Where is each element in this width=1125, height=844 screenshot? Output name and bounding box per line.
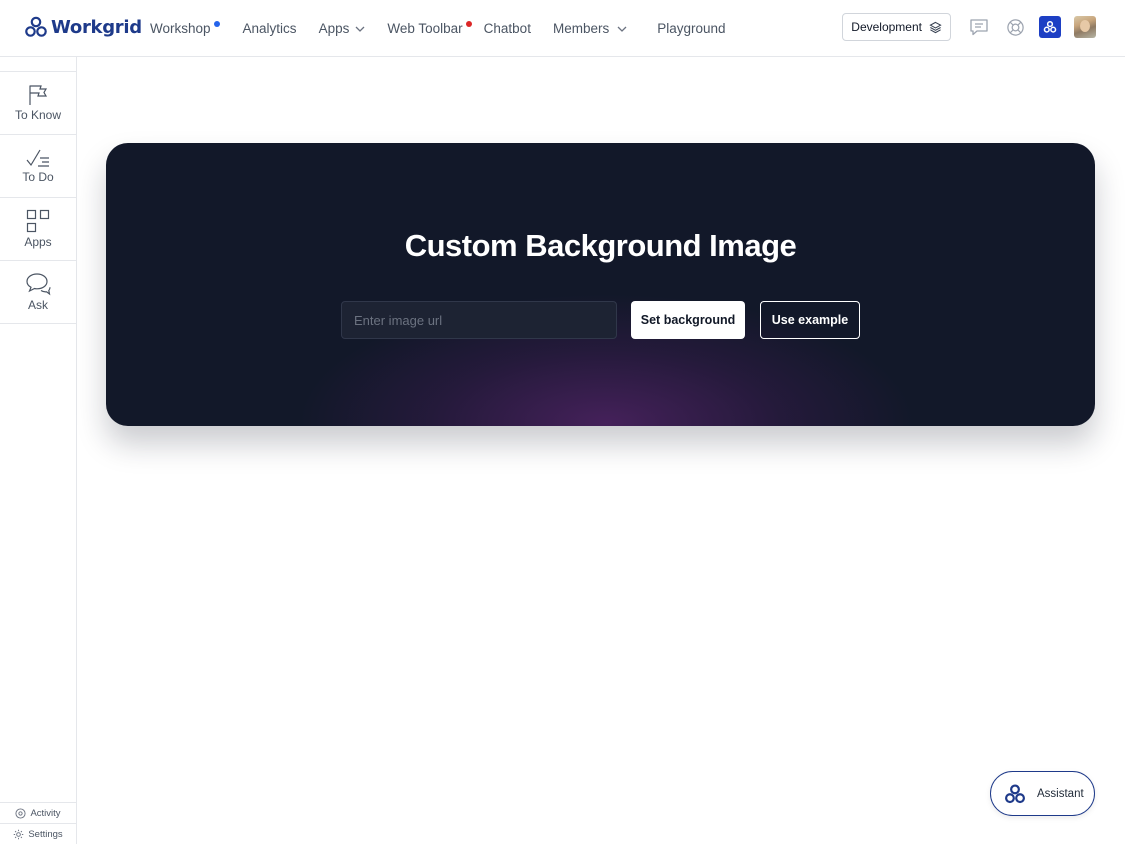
nav-chatbot[interactable]: Chatbot	[484, 0, 531, 57]
nav-analytics-label: Analytics	[242, 21, 297, 36]
sidebar-bottom: Activity Settings	[0, 802, 76, 844]
grid-icon	[26, 209, 50, 233]
sidebar-activity-label: Activity	[30, 807, 61, 819]
user-avatar[interactable]	[1074, 16, 1096, 38]
nav-right-tools: Development	[842, 13, 1096, 41]
top-navbar: Workgrid Workshop Analytics Apps Web Too…	[0, 0, 1125, 57]
chevron-down-icon	[355, 26, 365, 32]
assistant-label: Assistant	[1037, 787, 1084, 800]
nav-members-label: Members	[552, 21, 610, 36]
image-url-input[interactable]	[341, 301, 617, 339]
nav-workshop-label: Workshop	[150, 21, 211, 36]
environment-switcher[interactable]: Development	[842, 13, 951, 41]
checklist-icon	[26, 149, 49, 167]
nav-apps[interactable]: Apps	[319, 0, 366, 57]
workgrid-logo[interactable]: Workgrid	[24, 15, 142, 39]
workgrid-app-icon[interactable]	[1039, 16, 1061, 38]
workgrid-logo-icon	[25, 16, 47, 37]
workgrid-assistant-icon	[1005, 783, 1025, 803]
use-example-button[interactable]: Use example	[760, 301, 860, 339]
page-title: Custom Background Image	[404, 228, 797, 263]
left-sidebar: To Know To Do Apps Ask Activity Settings	[0, 57, 77, 844]
nav-analytics[interactable]: Analytics	[243, 0, 297, 57]
layers-icon	[929, 21, 942, 33]
nav-apps-label: Apps	[318, 21, 350, 36]
chat-bubbles-icon	[26, 273, 51, 296]
sidebar-item-ask[interactable]: Ask	[0, 261, 76, 324]
gear-icon	[14, 829, 24, 839]
nav-members[interactable]: Members	[553, 0, 627, 57]
help-lifebuoy-icon[interactable]	[1003, 15, 1027, 39]
chat-bubble-icon[interactable]	[967, 15, 991, 39]
sidebar-item-label: Apps	[24, 235, 52, 249]
nav-playground[interactable]: Playground	[657, 0, 725, 57]
set-background-button[interactable]: Set background	[631, 301, 745, 339]
sidebar-item-label: To Know	[14, 108, 62, 122]
assistant-button[interactable]: Assistant	[990, 771, 1095, 816]
background-image-card: Custom Background Image Set background U…	[106, 143, 1095, 426]
notification-dot	[213, 21, 220, 27]
brand-name: Workgrid	[51, 16, 142, 38]
main-nav: Workshop Analytics Apps Web Toolbar Chat…	[150, 0, 726, 57]
nav-workshop[interactable]: Workshop	[150, 0, 220, 57]
environment-label: Development	[851, 20, 922, 34]
chevron-down-icon	[617, 26, 627, 32]
sidebar-item-apps[interactable]: Apps	[0, 198, 76, 261]
sidebar-item-to-do[interactable]: To Do	[0, 135, 76, 198]
notification-dot	[465, 21, 472, 27]
nav-web-toolbar[interactable]: Web Toolbar	[387, 0, 472, 57]
sidebar-item-label: Ask	[27, 298, 48, 312]
sidebar-settings-label: Settings	[28, 828, 63, 840]
nav-playground-label: Playground	[657, 21, 726, 36]
nav-web-toolbar-label: Web Toolbar	[387, 21, 463, 36]
sidebar-activity[interactable]: Activity	[0, 802, 76, 823]
sidebar-item-label: To Do	[22, 170, 54, 184]
activity-icon	[15, 807, 26, 819]
nav-chatbot-label: Chatbot	[483, 21, 531, 36]
sidebar-item-to-know[interactable]: To Know	[0, 72, 76, 135]
flag-icon	[29, 85, 48, 105]
sidebar-settings[interactable]: Settings	[0, 823, 76, 844]
sidebar-nav: To Know To Do Apps Ask	[0, 71, 76, 324]
